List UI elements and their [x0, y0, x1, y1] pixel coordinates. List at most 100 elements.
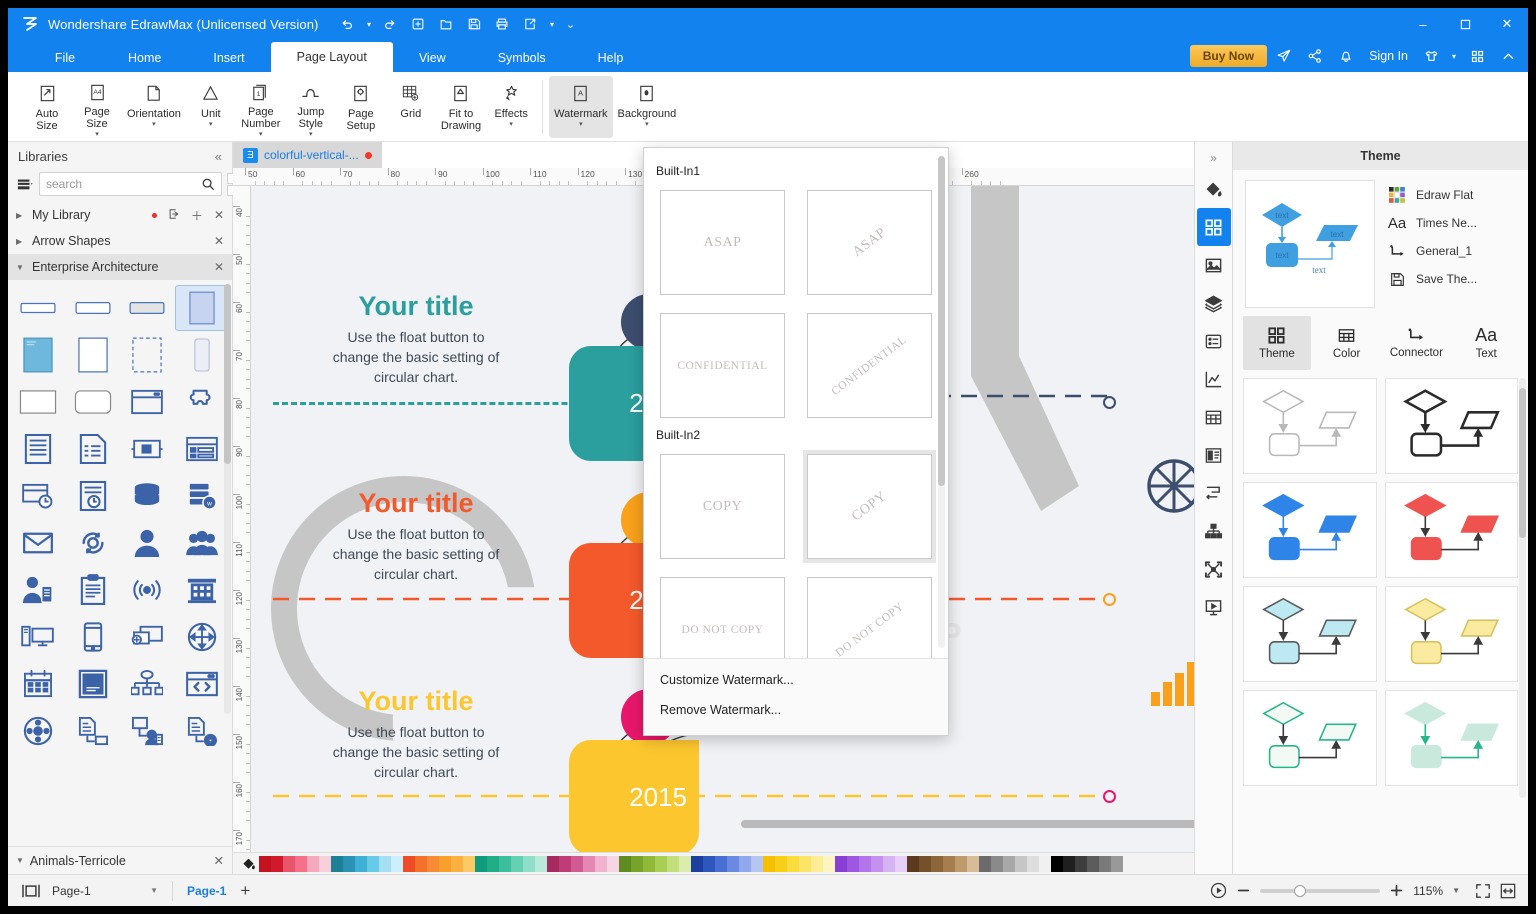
- theme-scrollbar[interactable]: [1519, 378, 1526, 798]
- color-swatch[interactable]: [571, 855, 583, 872]
- theme-option-connector[interactable]: General_1: [1387, 242, 1516, 260]
- presentation-icon[interactable]: [16, 876, 46, 906]
- shape-window-clock-icon[interactable]: [12, 474, 65, 518]
- color-swatch[interactable]: [463, 855, 475, 872]
- color-swatch[interactable]: [979, 855, 991, 872]
- color-swatch[interactable]: [715, 855, 727, 872]
- color-swatch[interactable]: [307, 855, 319, 872]
- fill-icon[interactable]: [1197, 170, 1231, 208]
- collapse-left-panel-icon[interactable]: «: [215, 149, 222, 164]
- zoom-in-icon[interactable]: [1389, 883, 1404, 898]
- segment-connector[interactable]: Connector: [1383, 316, 1451, 370]
- shape-org-chart-icon[interactable]: [121, 662, 174, 706]
- color-swatch[interactable]: [343, 855, 355, 872]
- segment-theme[interactable]: Theme: [1243, 316, 1311, 370]
- color-swatch[interactable]: [907, 855, 919, 872]
- minimize-button[interactable]: –: [1402, 8, 1444, 40]
- ribbon-fit-to-drawing-button[interactable]: Fit to Drawing: [436, 76, 486, 138]
- color-swatch[interactable]: [1003, 855, 1015, 872]
- print-icon[interactable]: [489, 12, 515, 36]
- ribbon-page-number-button[interactable]: 1 Page Number ▾: [236, 76, 286, 138]
- shape-card-white-icon[interactable]: [12, 380, 65, 424]
- chevron-down-icon[interactable]: ▾: [509, 121, 513, 128]
- color-swatch[interactable]: [1111, 855, 1123, 872]
- remove-watermark-action[interactable]: Remove Watermark...: [644, 695, 948, 725]
- search-box[interactable]: [39, 172, 222, 196]
- horizontal-scrollbar[interactable]: [501, 820, 1194, 828]
- shape-target-circle-icon[interactable]: [12, 709, 65, 753]
- shape-device-narrow-icon[interactable]: [176, 333, 229, 377]
- library-group-my-library[interactable]: ▶ My Library ＋ ✕: [8, 202, 232, 228]
- ribbon-page-setup-button[interactable]: Page Setup: [336, 76, 386, 138]
- chevron-down-icon[interactable]: ▾: [259, 131, 263, 138]
- ribbon-jump-style-button[interactable]: Jump Style ▾: [286, 76, 336, 138]
- shirt-icon[interactable]: [1417, 43, 1445, 69]
- shape-report-clock-icon[interactable]: [67, 474, 120, 518]
- chevron-down-icon[interactable]: ▾: [645, 121, 649, 128]
- color-swatch[interactable]: [751, 855, 763, 872]
- color-swatch[interactable]: [295, 855, 307, 872]
- ribbon-unit-button[interactable]: Unit ▾: [186, 76, 236, 138]
- shape-bar-outline-icon[interactable]: [12, 286, 65, 330]
- watermark-option[interactable]: DO NOT COPY: [656, 573, 789, 658]
- shape-doc-blue-icon[interactable]: [12, 333, 65, 377]
- play-icon[interactable]: [1210, 882, 1227, 899]
- color-swatch[interactable]: [391, 855, 403, 872]
- segment-color[interactable]: Color: [1313, 316, 1381, 370]
- ribbon-page-size-button[interactable]: A4 Page Size ▾: [72, 76, 122, 138]
- share-icon[interactable]: [1301, 43, 1329, 69]
- library-scrollbar[interactable]: [224, 284, 231, 714]
- shape-clipboard-icon[interactable]: [67, 568, 120, 612]
- color-swatch[interactable]: [595, 855, 607, 872]
- theme-thumbnail[interactable]: [1384, 378, 1518, 474]
- color-swatch[interactable]: [583, 855, 595, 872]
- customize-watermark-action[interactable]: Customize Watermark...: [644, 665, 948, 695]
- chevron-down-icon[interactable]: ▾: [152, 121, 156, 128]
- redo-icon[interactable]: [377, 12, 403, 36]
- shape-server-www-icon[interactable]: w: [176, 474, 229, 518]
- color-swatch[interactable]: [895, 855, 907, 872]
- ribbon-background-button[interactable]: Background ▾: [613, 76, 682, 138]
- color-swatch[interactable]: [355, 855, 367, 872]
- color-swatch[interactable]: [1039, 855, 1051, 872]
- theme-thumbnail[interactable]: [1384, 690, 1518, 786]
- year-bubble-2015[interactable]: 2015: [569, 740, 699, 852]
- shape-user-clipboard-icon[interactable]: [12, 568, 65, 612]
- watermark-scrollbar[interactable]: [938, 156, 945, 648]
- import-icon[interactable]: [168, 208, 180, 223]
- open-icon[interactable]: [433, 12, 459, 36]
- color-swatch[interactable]: [775, 855, 787, 872]
- shape-screen-to-user-icon[interactable]: [121, 709, 174, 753]
- watermark-option[interactable]: DO NOT COPY: [803, 573, 936, 658]
- shape-page-filled-icon[interactable]: [174, 285, 229, 331]
- ribbon-grid-button[interactable]: Grid: [386, 76, 436, 138]
- color-swatch[interactable]: [331, 855, 343, 872]
- theme-preview[interactable]: text text text text: [1245, 180, 1375, 308]
- color-swatch[interactable]: [259, 855, 271, 872]
- shape-screens-gear-icon[interactable]: [121, 615, 174, 659]
- color-swatch[interactable]: [679, 855, 691, 872]
- menu-tab-view[interactable]: View: [393, 44, 472, 72]
- color-swatch[interactable]: [1063, 855, 1075, 872]
- color-swatch[interactable]: [271, 855, 283, 872]
- color-swatch[interactable]: [451, 855, 463, 872]
- library-open-icon[interactable]: [16, 173, 34, 195]
- menu-tab-help[interactable]: Help: [572, 44, 650, 72]
- zoom-slider[interactable]: [1260, 884, 1381, 897]
- shape-building-icon[interactable]: [176, 568, 229, 612]
- shape-bar-rounded-icon[interactable]: [67, 286, 120, 330]
- color-swatch[interactable]: [655, 855, 667, 872]
- color-swatch[interactable]: [847, 855, 859, 872]
- watermark-option[interactable]: COPY: [656, 450, 789, 563]
- add-library-icon[interactable]: ＋: [191, 207, 203, 224]
- color-swatch[interactable]: [547, 855, 559, 872]
- shape-sync-gear-icon[interactable]: [67, 521, 120, 565]
- color-swatch[interactable]: [319, 855, 331, 872]
- color-swatch[interactable]: [403, 855, 415, 872]
- search-input[interactable]: [46, 177, 201, 191]
- color-swatch[interactable]: [883, 855, 895, 872]
- color-swatch[interactable]: [535, 855, 547, 872]
- color-swatch[interactable]: [283, 855, 295, 872]
- color-swatch[interactable]: [739, 855, 751, 872]
- color-swatch[interactable]: [823, 855, 835, 872]
